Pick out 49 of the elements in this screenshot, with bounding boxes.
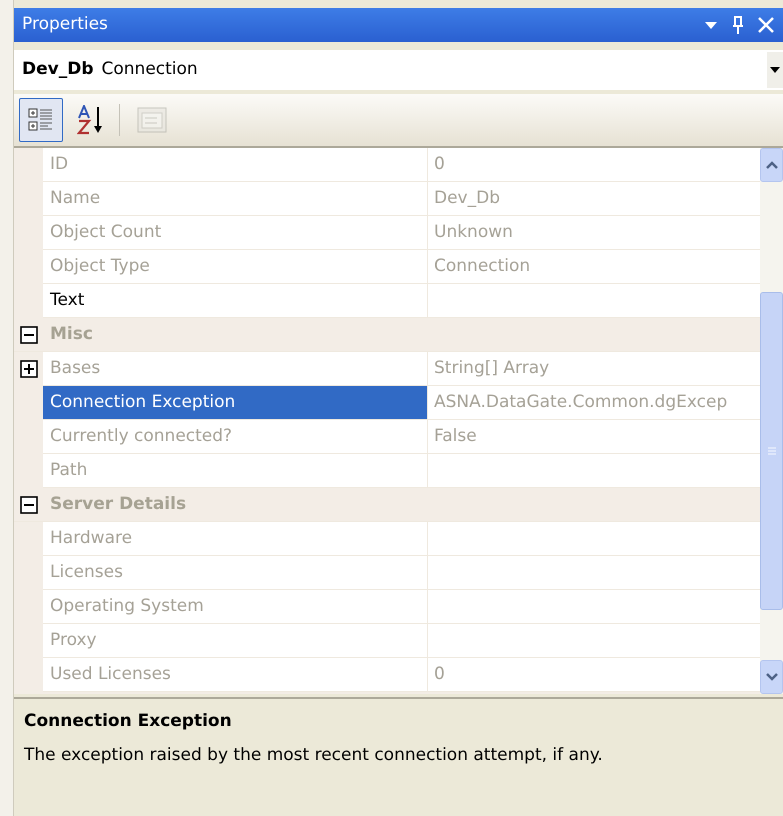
property-name[interactable]: Used Licenses (43, 658, 428, 692)
object-type: Connection (102, 58, 199, 82)
property-name[interactable]: Proxy (43, 624, 428, 658)
property-value[interactable]: String[] Array (428, 352, 760, 386)
scroll-down-button[interactable] (760, 660, 783, 694)
collapse-icon[interactable] (20, 496, 38, 514)
scrollbar[interactable] (760, 148, 783, 694)
grip-icon (766, 447, 776, 455)
property-name[interactable]: Hardware (43, 522, 428, 556)
property-name[interactable]: Path (43, 454, 428, 488)
property-value[interactable]: ASNA.DataGate.Common.dgExcep (428, 386, 760, 420)
property-name[interactable]: Currently connected? (43, 420, 428, 454)
sort-icon (77, 105, 105, 135)
close-icon[interactable] (757, 16, 775, 34)
chevron-down-icon (764, 672, 778, 682)
collapse-icon[interactable] (20, 326, 38, 344)
description-title: Connection Exception (24, 710, 233, 733)
object-selector[interactable]: Dev_Db Connection (14, 50, 783, 90)
dropdown-button[interactable] (767, 52, 783, 88)
property-name[interactable]: Text (43, 284, 428, 318)
property-pages-icon (137, 107, 167, 133)
property-name[interactable]: Object Count (43, 216, 428, 250)
dropdown-icon[interactable] (703, 19, 719, 31)
property-value[interactable]: Unknown (428, 216, 760, 250)
property-value[interactable]: Connection (428, 250, 760, 284)
pin-icon[interactable] (731, 15, 745, 35)
categorized-button[interactable] (19, 98, 63, 142)
property-name[interactable]: Connection Exception (43, 386, 428, 420)
chevron-up-icon (764, 160, 778, 170)
property-name[interactable]: Bases (43, 352, 428, 386)
property-name[interactable]: Licenses (43, 556, 428, 590)
property-value[interactable]: False (428, 420, 760, 454)
caret-icon (770, 67, 780, 73)
expand-icon[interactable] (20, 360, 38, 378)
category-label[interactable]: Misc (43, 322, 93, 348)
property-name[interactable]: ID (43, 148, 428, 182)
scroll-up-button[interactable] (760, 148, 783, 182)
property-value[interactable]: 0 (428, 148, 760, 182)
property-name[interactable]: Name (43, 182, 428, 216)
object-name: Dev_Db (22, 58, 94, 82)
category-label[interactable]: Server Details (43, 492, 186, 518)
property-value[interactable]: Dev_Db (428, 182, 760, 216)
property-name[interactable]: Operating System (43, 590, 428, 624)
window-title: Properties (22, 13, 109, 36)
property-name[interactable]: Object Type (43, 250, 428, 284)
categorized-icon (28, 107, 54, 133)
scroll-thumb[interactable] (760, 292, 783, 610)
property-value[interactable]: 0 (428, 658, 760, 692)
description-text: The exception raised by the most recent connection attempt, if any. (24, 744, 604, 766)
